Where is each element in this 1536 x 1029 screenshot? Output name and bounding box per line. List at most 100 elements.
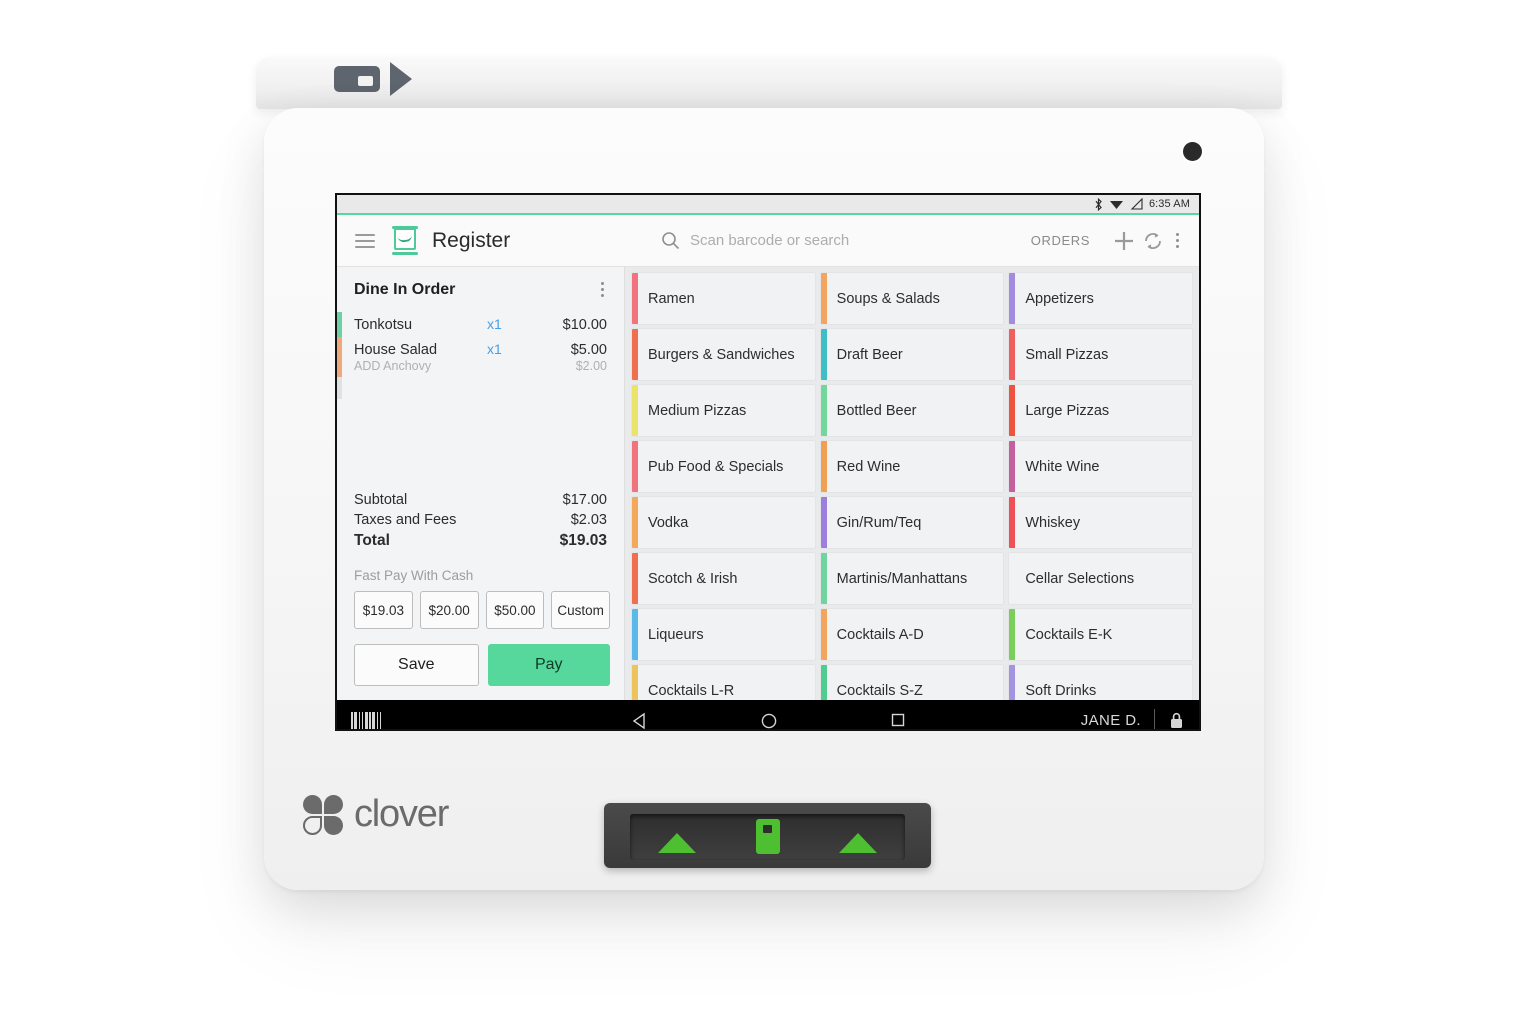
category-tile[interactable]: Soups & Salads [819,272,1005,325]
category-tile[interactable]: Appetizers [1008,272,1193,325]
fast-pay-exact-button[interactable]: $19.03 [354,591,413,629]
category-tile[interactable]: Scotch & Irish [631,552,816,605]
category-tile[interactable]: Cocktails A-D [819,608,1005,661]
category-label: Scotch & Irish [648,570,738,587]
order-menu-icon[interactable] [595,279,610,300]
category-accent [632,497,638,548]
order-item-qty: x1 [487,341,502,357]
category-tile[interactable]: Soft Drinks [1008,664,1193,700]
fast-pay-50-button[interactable]: $50.00 [485,591,545,629]
order-item-name: Tonkotsu [354,317,413,333]
order-line-item[interactable]: Tonkotsu x1 $10.00 [337,312,624,337]
category-tile[interactable]: Cellar Selections [1008,552,1193,605]
category-tile[interactable]: Gin/Rum/Teq [819,496,1005,549]
category-label: Ramen [648,290,695,307]
overflow-menu-icon[interactable] [1170,230,1185,251]
category-accent [632,553,638,604]
reader-arrow-right-icon [839,833,877,853]
clover-logo: clover [303,793,449,836]
status-bar-time: 6:35 AM [1148,198,1190,210]
category-tile[interactable]: Bottled Beer [819,384,1005,437]
order-header: Dine In Order [337,267,624,310]
lock-icon[interactable] [1168,711,1185,731]
category-tile[interactable]: Small Pizzas [1008,328,1193,381]
total-value: $19.03 [559,532,607,549]
category-accent [1009,665,1016,700]
category-tile[interactable]: White Wine [1008,440,1193,493]
home-circle-icon[interactable] [760,712,778,730]
category-label: Martinis/Manhattans [836,570,968,587]
refresh-icon[interactable] [1142,230,1164,252]
register-app-icon [392,225,418,256]
card-insert-arrow-icon [390,62,412,96]
fast-pay-custom-button[interactable]: Custom [551,591,610,629]
category-tile[interactable]: Ramen [631,272,816,325]
fast-pay-20-button[interactable]: $20.00 [419,591,479,629]
category-label: Liqueurs [648,626,704,643]
category-grid: Ramen Soups & Salads Appetizers Burgers & S… [625,267,1199,700]
order-item-name: House Salad [354,342,438,358]
hamburger-icon[interactable] [355,233,375,248]
orders-button[interactable]: ORDERS [1031,233,1090,248]
card-reader-slot [630,814,905,860]
order-action-row: Save Pay [337,629,624,700]
page-title: Register [432,228,511,252]
category-label: Medium Pizzas [648,402,747,419]
category-tile[interactable]: Cocktails E-K [1008,608,1193,661]
category-tile[interactable]: Whiskey [1008,496,1193,549]
taxes-value: $2.03 [570,512,607,528]
category-accent [1009,329,1016,380]
search-icon[interactable] [661,231,680,250]
category-label: Cocktails A-D [836,626,924,643]
category-accent [820,609,827,660]
barcode-icon[interactable] [351,711,381,729]
plus-icon[interactable] [1112,229,1136,253]
category-tile[interactable]: Medium Pizzas [631,384,816,437]
category-tile[interactable]: Red Wine [819,440,1005,493]
search-input[interactable] [689,232,920,249]
order-title: Dine In Order [354,280,456,298]
category-tile[interactable]: Cocktails L-R [631,664,816,700]
category-tile[interactable]: Pub Food & Specials [631,440,816,493]
order-spacer [337,377,624,490]
signal-icon [1130,198,1143,210]
category-label: Appetizers [1025,290,1094,307]
fast-pay-label: Fast Pay With Cash [354,568,474,583]
category-tile[interactable]: Burgers & Sandwiches [631,328,816,381]
category-tile[interactable]: Cocktails S-Z [819,664,1005,700]
category-tile[interactable]: Draft Beer [819,328,1005,381]
category-accent [632,329,638,380]
category-label: Cocktails S-Z [836,682,923,699]
category-accent [820,497,827,548]
category-accent [820,553,827,604]
category-tile[interactable]: Liqueurs [631,608,816,661]
category-accent [632,441,638,492]
category-accent [1009,497,1016,548]
category-accent [632,609,638,660]
pay-button[interactable]: Pay [487,644,610,686]
category-accent [820,441,827,492]
nav-right-group: JANE D. [1081,708,1185,731]
category-label: Small Pizzas [1025,346,1109,363]
wifi-icon [1109,201,1123,209]
category-tile[interactable]: Vodka [631,496,816,549]
category-accent [1009,385,1016,436]
order-item-qty: x1 [487,316,502,332]
recents-square-icon[interactable] [890,712,906,728]
camera-dot [1183,142,1202,161]
category-accent [820,665,827,700]
save-button[interactable]: Save [354,644,479,686]
category-label: Cocktails E-K [1025,626,1113,643]
category-tile[interactable]: Large Pizzas [1008,384,1193,437]
category-tile[interactable]: Martinis/Manhattans [819,552,1005,605]
order-item-modifier: ADD Anchovy [354,359,432,373]
category-label: Burgers & Sandwiches [648,346,795,363]
back-triangle-icon[interactable] [631,712,648,730]
android-nav-bar: JANE D. [337,700,1199,731]
subtotal-value: $17.00 [562,492,607,508]
category-accent [1009,273,1016,324]
order-line-item[interactable]: House Salad x1 $5.00 ADD Anchovy $2.00 [337,337,624,377]
order-item-price: $10.00 [562,317,607,333]
device-screen: 6:35 AM Register ORDERS [335,193,1201,731]
fast-pay-row: $19.03 $20.00 $50.00 Custom [337,587,624,629]
